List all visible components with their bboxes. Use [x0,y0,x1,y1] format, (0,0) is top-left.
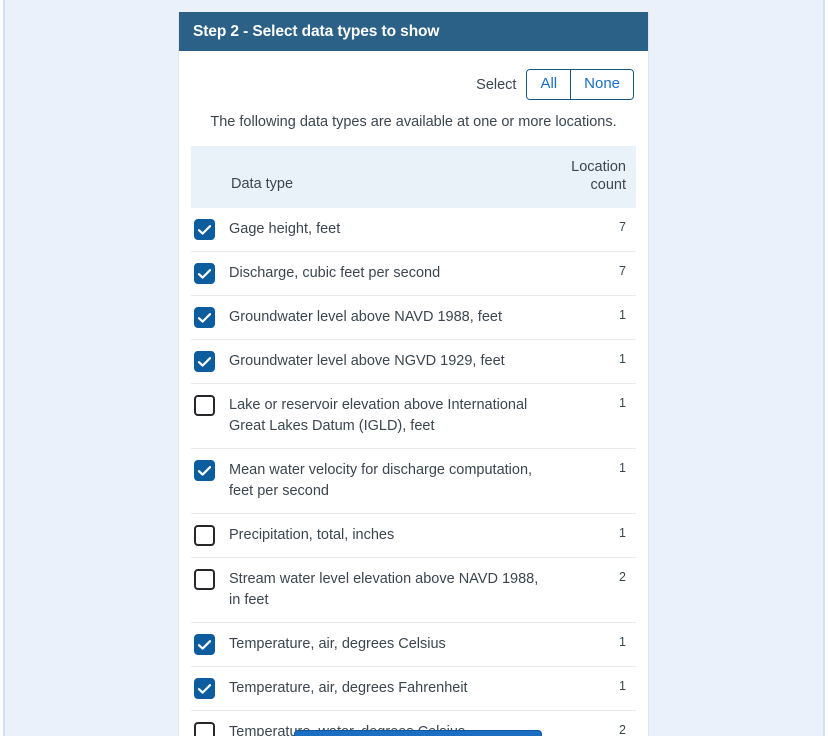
data-type-label: Gage height, feet [229,221,341,237]
card-body: Select All None The following data types… [179,51,648,736]
cell-data-type: Mean water velocity for discharge comput… [191,460,544,502]
cell-data-type: Discharge, cubic feet per second [191,263,544,284]
data-type-label: Temperature, air, degrees Fahrenheit [229,680,468,696]
cell-data-type: Precipitation, total, inches [191,525,544,546]
cell-location-count: 1 [619,352,626,366]
cell-data-type: Gage height, feet [191,219,544,240]
table-row[interactable]: Temperature, air, degrees Celsius 1 [191,623,636,667]
select-label: Select [476,76,517,93]
column-header-location-count-line1: Location [571,159,626,175]
table-row[interactable]: Groundwater level above NAVD 1988, feet 1 [191,296,636,340]
card-header-title: Step 2 - Select data types to show [179,12,648,51]
cell-data-type: Stream water level elevation above NAVD … [191,569,544,611]
table-row[interactable]: Mean water velocity for discharge comput… [191,449,636,514]
data-type-label: Groundwater level above NAVD 1988, feet [229,309,502,325]
data-type-label: Discharge, cubic feet per second [229,265,441,281]
data-types-table: Data type Location count Gage height, fe… [191,146,636,736]
select-all-none-row: Select All None [191,51,636,112]
helper-text: The following data types are available a… [210,114,617,130]
column-header-location-count-line2: count [590,177,626,193]
cell-location-count: 1 [619,679,626,693]
checkbox-checked-icon[interactable] [194,351,215,372]
cell-location-count: 1 [619,308,626,322]
checkbox-unchecked-icon[interactable] [194,569,215,590]
select-none-button[interactable]: None [570,70,633,99]
page-root: Step 2 - Select data types to show Selec… [0,0,828,736]
cell-location-count: 7 [619,220,626,234]
data-type-label: Groundwater level above NGVD 1929, feet [229,353,505,369]
table-header-row: Data type Location count [191,146,636,208]
checkbox-checked-icon[interactable] [194,307,215,328]
cell-data-type: Groundwater level above NAVD 1988, feet [191,307,544,328]
checkbox-checked-icon[interactable] [194,263,215,284]
data-type-label: Precipitation, total, inches [229,527,395,543]
table-row[interactable]: Temperature, air, degrees Fahrenheit 1 [191,667,636,711]
cell-location-count: 1 [619,635,626,649]
cell-location-count: 1 [619,526,626,540]
checkbox-checked-icon[interactable] [194,678,215,699]
data-type-label: Mean water velocity for discharge comput… [229,462,533,499]
checkbox-checked-icon[interactable] [194,634,215,655]
checkbox-checked-icon[interactable] [194,219,215,240]
checkbox-checked-icon[interactable] [194,460,215,481]
select-button-group: All None [526,69,634,100]
cell-data-type: Temperature, air, degrees Fahrenheit [191,678,544,699]
table-row[interactable]: Groundwater level above NGVD 1929, feet 1 [191,340,636,384]
data-type-label: Temperature, air, degrees Celsius [229,636,446,652]
cell-data-type: Lake or reservoir elevation above Intern… [191,395,544,437]
continue-action-button[interactable] [294,730,542,736]
cell-location-count: 2 [619,570,626,584]
table-row[interactable]: Gage height, feet 7 [191,208,636,252]
table-row[interactable]: Discharge, cubic feet per second 7 [191,252,636,296]
cell-location-count: 7 [619,264,626,278]
table-body: Gage height, feet 7 Discharge, cubic feet … [191,208,636,736]
table-row[interactable]: Precipitation, total, inches 1 [191,514,636,558]
data-type-label: Lake or reservoir elevation above Intern… [229,397,528,434]
cell-data-type: Groundwater level above NGVD 1929, feet [191,351,544,372]
table-row[interactable]: Stream water level elevation above NAVD … [191,558,636,623]
cell-location-count: 1 [619,396,626,410]
footer-strip [3,726,825,736]
data-type-label: Stream water level elevation above NAVD … [229,571,539,608]
select-all-button[interactable]: All [527,70,571,99]
table-row[interactable]: Lake or reservoir elevation above Intern… [191,384,636,449]
column-header-location-count: Location count [544,158,636,194]
cell-location-count: 1 [619,461,626,475]
column-header-data-type: Data type [231,176,294,192]
checkbox-unchecked-icon[interactable] [194,525,215,546]
cell-data-type: Temperature, air, degrees Celsius [191,634,544,655]
step2-card: Step 2 - Select data types to show Selec… [178,12,649,736]
checkbox-unchecked-icon[interactable] [194,395,215,416]
